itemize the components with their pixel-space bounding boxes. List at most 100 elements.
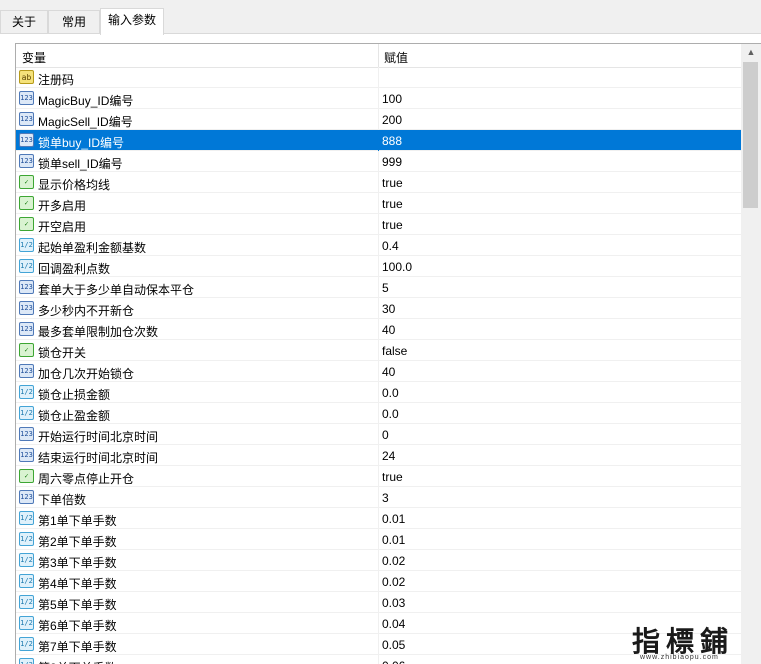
double-type-icon: 1/2 — [19, 574, 34, 588]
parameter-row[interactable]: ✓ 显示价格均线 true — [16, 172, 741, 193]
parameter-name: 锁仓开关 — [38, 346, 87, 360]
parameter-value[interactable]: 40 — [382, 323, 395, 337]
parameter-value[interactable]: 0.4 — [382, 239, 399, 253]
integer-type-icon: 123 — [19, 364, 34, 378]
parameter-row[interactable]: ✓ 开空启用 true — [16, 214, 741, 235]
cell-divider — [378, 67, 379, 88]
double-type-icon: 1/2 — [19, 553, 34, 567]
scroll-up-icon[interactable]: ▲ — [741, 44, 761, 61]
parameter-row[interactable]: 1/2 第2单下单手数 0.01 — [16, 529, 741, 550]
parameter-row[interactable]: 123 MagicBuy_ID编号 100 — [16, 88, 741, 109]
parameter-value[interactable]: true — [382, 470, 403, 484]
cell-divider — [378, 382, 379, 403]
cell-divider — [378, 487, 379, 508]
tab-bar: 关于 常用 输入参数 — [0, 0, 761, 35]
parameter-value[interactable]: 100.0 — [382, 260, 412, 274]
column-header-value[interactable]: 赋值 — [384, 49, 408, 66]
parameter-row[interactable]: 123 锁单sell_ID编号 999 — [16, 151, 741, 172]
cell-divider — [378, 340, 379, 361]
tab-about[interactable]: 关于 — [0, 10, 48, 34]
cell-divider — [378, 235, 379, 256]
cell-divider — [378, 403, 379, 424]
parameter-row[interactable]: 123 最多套单限制加仓次数 40 — [16, 319, 741, 340]
column-divider[interactable] — [378, 44, 379, 67]
parameter-row[interactable]: 123 套单大于多少单自动保本平仓 5 — [16, 277, 741, 298]
parameter-row[interactable]: ✓ 开多启用 true — [16, 193, 741, 214]
parameter-name: 多少秒内不开新仓 — [38, 304, 135, 318]
parameter-row[interactable]: 123 下单倍数 3 — [16, 487, 741, 508]
integer-type-icon: 123 — [19, 322, 34, 336]
double-type-icon: 1/2 — [19, 406, 34, 420]
parameter-row[interactable]: ✓ 周六零点停止开仓 true — [16, 466, 741, 487]
parameter-value[interactable]: true — [382, 197, 403, 211]
integer-type-icon: 123 — [19, 490, 34, 504]
cell-divider — [378, 424, 379, 445]
cell-divider — [378, 298, 379, 319]
parameter-value[interactable]: 888 — [382, 134, 402, 148]
parameter-row[interactable]: 1/2 锁仓止损金额 0.0 — [16, 382, 741, 403]
parameter-row[interactable]: 1/2 第3单下单手数 0.02 — [16, 550, 741, 571]
parameter-value[interactable]: 40 — [382, 365, 395, 379]
parameter-value[interactable]: 0.02 — [382, 575, 405, 589]
vertical-scrollbar[interactable]: ▲ — [741, 44, 761, 664]
cell-divider — [378, 88, 379, 109]
parameter-value[interactable]: 0.01 — [382, 512, 405, 526]
parameter-value[interactable]: 3 — [382, 491, 389, 505]
parameter-name: 显示价格均线 — [38, 178, 111, 192]
scroll-thumb[interactable] — [743, 62, 758, 208]
double-type-icon: 1/2 — [19, 385, 34, 399]
parameter-value[interactable]: 100 — [382, 92, 402, 106]
parameter-value[interactable]: 0.0 — [382, 386, 399, 400]
parameter-value[interactable]: true — [382, 176, 403, 190]
parameter-row[interactable]: 1/2 锁仓止盈金额 0.0 — [16, 403, 741, 424]
parameter-row[interactable]: 123 开始运行时间北京时间 0 — [16, 424, 741, 445]
double-type-icon: 1/2 — [19, 637, 34, 651]
parameter-value[interactable]: 200 — [382, 113, 402, 127]
cell-divider — [378, 445, 379, 466]
parameter-value[interactable]: 30 — [382, 302, 395, 316]
double-type-icon: 1/2 — [19, 595, 34, 609]
parameter-row[interactable]: 123 锁单buy_ID编号 888 — [16, 130, 741, 151]
parameter-value[interactable]: 0.01 — [382, 533, 405, 547]
double-type-icon: 1/2 — [19, 616, 34, 630]
cell-divider — [378, 613, 379, 634]
parameter-row[interactable]: 1/2 第1单下单手数 0.01 — [16, 508, 741, 529]
parameter-name: 回调盈利点数 — [38, 262, 111, 276]
parameter-value[interactable]: 0 — [382, 428, 389, 442]
parameter-value[interactable]: 999 — [382, 155, 402, 169]
parameter-value[interactable]: 0.05 — [382, 638, 405, 652]
column-header-variable[interactable]: 变量 — [22, 49, 46, 66]
cell-divider — [378, 655, 379, 664]
parameter-row[interactable]: 123 多少秒内不开新仓 30 — [16, 298, 741, 319]
parameter-name: 第6单下单手数 — [38, 619, 117, 633]
parameter-value[interactable]: 0.03 — [382, 596, 405, 610]
tab-common[interactable]: 常用 — [48, 10, 100, 34]
parameter-value[interactable]: 0.02 — [382, 554, 405, 568]
string-type-icon: ab — [19, 70, 34, 84]
tab-inputs[interactable]: 输入参数 — [100, 8, 164, 35]
parameter-row[interactable]: 1/2 第4单下单手数 0.02 — [16, 571, 741, 592]
integer-type-icon: 123 — [19, 427, 34, 441]
parameter-name: 第7单下单手数 — [38, 640, 117, 654]
double-type-icon: 1/2 — [19, 532, 34, 546]
parameter-row[interactable]: 1/2 起始单盈利金额基数 0.4 — [16, 235, 741, 256]
parameter-value[interactable]: false — [382, 344, 407, 358]
parameter-row[interactable]: ab 注册码 — [16, 67, 741, 88]
parameter-value[interactable]: 24 — [382, 449, 395, 463]
cell-divider — [378, 193, 379, 214]
parameter-row[interactable]: 1/2 回调盈利点数 100.0 — [16, 256, 741, 277]
parameter-value[interactable]: 0.04 — [382, 617, 405, 631]
parameter-value[interactable]: 0.0 — [382, 407, 399, 421]
cell-divider — [378, 529, 379, 550]
parameter-value[interactable]: true — [382, 218, 403, 232]
parameter-row[interactable]: 123 加仓几次开始锁仓 40 — [16, 361, 741, 382]
tab-label: 关于 — [11, 15, 36, 29]
parameter-value[interactable]: 0.06 — [382, 659, 405, 664]
parameter-row[interactable]: ✓ 锁仓开关 false — [16, 340, 741, 361]
parameter-row[interactable]: 123 结束运行时间北京时间 24 — [16, 445, 741, 466]
parameter-value[interactable]: 5 — [382, 281, 389, 295]
cell-divider — [378, 109, 379, 130]
parameter-name: 锁单sell_ID编号 — [38, 157, 123, 171]
parameter-row[interactable]: 123 MagicSell_ID编号 200 — [16, 109, 741, 130]
parameter-row[interactable]: 1/2 第5单下单手数 0.03 — [16, 592, 741, 613]
